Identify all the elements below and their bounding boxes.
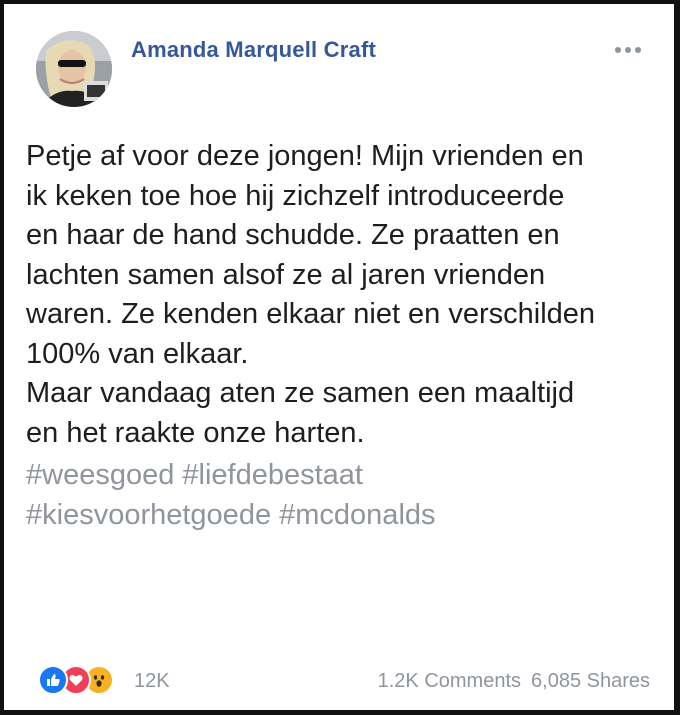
post-card: Amanda Marquell Craft Petje af voor deze… xyxy=(0,0,680,715)
post-text-line: 100% van elkaar. xyxy=(26,337,249,370)
hashtag-link[interactable]: #kiesvoorhetgoede xyxy=(26,499,271,531)
post-text-line: Maar vandaag aten ze samen een maaltijd xyxy=(26,377,575,409)
hashtag-link[interactable]: #liefdebestaat xyxy=(182,459,363,491)
post-text-line: waren. Ze kenden elkaar niet en verschil… xyxy=(26,298,596,330)
hashtag-link[interactable]: #weesgoed xyxy=(26,459,174,491)
reaction-count[interactable]: 12K xyxy=(134,670,170,693)
author-name[interactable]: Amanda Marquell Craft xyxy=(131,37,376,63)
post-text: Petje af voor deze jongen! Mijn vrienden… xyxy=(26,137,666,453)
more-options-icon[interactable] xyxy=(610,40,646,60)
reaction-icons[interactable] xyxy=(38,665,114,695)
like-icon xyxy=(38,665,68,695)
post-text-line: en haar de hand schudde. Ze praatten en xyxy=(26,219,560,251)
post-text-line: en het raakte onze harten. xyxy=(26,416,365,449)
post-text-line: lachten samen alsof ze al jaren vrienden xyxy=(26,258,546,291)
avatar-photo xyxy=(36,31,112,107)
hashtag-link[interactable]: #mcdonalds xyxy=(279,499,435,531)
shares-count[interactable]: 6,085 Shares xyxy=(531,670,650,693)
hashtags: #weesgoed #liefdebestaat #kiesvoorhetgoe… xyxy=(26,456,436,535)
post-text-line: ik keken toe hoe hij zichzelf introducee… xyxy=(26,179,565,212)
avatar[interactable] xyxy=(36,31,112,107)
engagement-bar: 12K 1.2K Comments 6,085 Shares xyxy=(38,665,650,695)
post-text-line: Petje af voor deze jongen! Mijn vrienden… xyxy=(26,140,584,172)
engagement-stats: 1.2K Comments 6,085 Shares xyxy=(378,670,650,693)
comments-count[interactable]: 1.2K Comments xyxy=(378,670,521,693)
